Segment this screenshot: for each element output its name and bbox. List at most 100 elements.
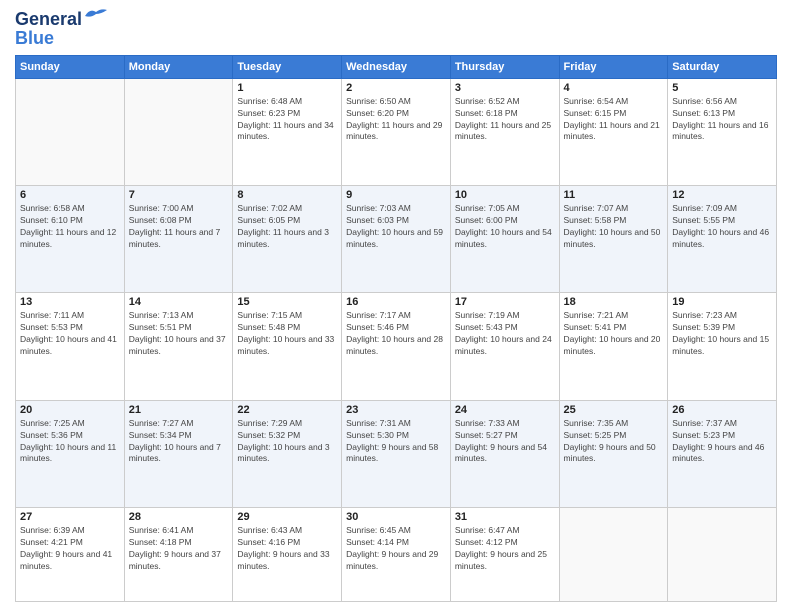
sunrise-label: Sunrise: 7:02 AM	[237, 203, 302, 213]
sunset-label: Sunset: 6:15 PM	[564, 108, 627, 118]
day-info: Sunrise: 7:02 AM Sunset: 6:05 PM Dayligh…	[237, 203, 337, 251]
daylight-label: Daylight: 10 hours and 20 minutes.	[564, 334, 661, 356]
day-info: Sunrise: 7:13 AM Sunset: 5:51 PM Dayligh…	[129, 310, 229, 358]
sunrise-label: Sunrise: 7:17 AM	[346, 310, 411, 320]
daylight-label: Daylight: 10 hours and 33 minutes.	[237, 334, 334, 356]
sunrise-label: Sunrise: 6:39 AM	[20, 525, 85, 535]
sunset-label: Sunset: 5:55 PM	[672, 215, 735, 225]
daylight-label: Daylight: 10 hours and 11 minutes.	[20, 442, 116, 464]
day-info: Sunrise: 7:00 AM Sunset: 6:08 PM Dayligh…	[129, 203, 229, 251]
sunrise-label: Sunrise: 6:50 AM	[346, 96, 411, 106]
calendar-table: Sunday Monday Tuesday Wednesday Thursday…	[15, 55, 777, 602]
day-number: 25	[564, 404, 664, 416]
sunset-label: Sunset: 6:03 PM	[346, 215, 409, 225]
sunrise-label: Sunrise: 6:41 AM	[129, 525, 194, 535]
day-info: Sunrise: 7:21 AM Sunset: 5:41 PM Dayligh…	[564, 310, 664, 358]
day-info: Sunrise: 7:11 AM Sunset: 5:53 PM Dayligh…	[20, 310, 120, 358]
calendar-cell: 21 Sunrise: 7:27 AM Sunset: 5:34 PM Dayl…	[124, 400, 233, 507]
day-info: Sunrise: 6:47 AM Sunset: 4:12 PM Dayligh…	[455, 525, 555, 573]
calendar-cell	[668, 508, 777, 602]
daylight-label: Daylight: 9 hours and 58 minutes.	[346, 442, 438, 464]
sunset-label: Sunset: 6:13 PM	[672, 108, 735, 118]
calendar-cell: 8 Sunrise: 7:02 AM Sunset: 6:05 PM Dayli…	[233, 186, 342, 293]
calendar-page: General Blue Sunday Monday Tuesday Wedne…	[0, 0, 792, 612]
daylight-label: Daylight: 11 hours and 3 minutes.	[237, 227, 329, 249]
logo-bird-icon	[85, 8, 107, 27]
sunset-label: Sunset: 4:16 PM	[237, 537, 300, 547]
day-info: Sunrise: 7:29 AM Sunset: 5:32 PM Dayligh…	[237, 418, 337, 466]
day-number: 12	[672, 189, 772, 201]
calendar-cell: 16 Sunrise: 7:17 AM Sunset: 5:46 PM Dayl…	[342, 293, 451, 400]
sunrise-label: Sunrise: 7:33 AM	[455, 418, 520, 428]
logo: General Blue	[15, 10, 107, 49]
daylight-label: Daylight: 10 hours and 28 minutes.	[346, 334, 443, 356]
daylight-label: Daylight: 9 hours and 41 minutes.	[20, 549, 112, 571]
sunrise-label: Sunrise: 7:35 AM	[564, 418, 629, 428]
calendar-cell	[16, 78, 125, 185]
sunrise-label: Sunrise: 7:23 AM	[672, 310, 737, 320]
daylight-label: Daylight: 10 hours and 3 minutes.	[237, 442, 329, 464]
day-number: 11	[564, 189, 664, 201]
day-number: 29	[237, 511, 337, 523]
sunrise-label: Sunrise: 6:54 AM	[564, 96, 629, 106]
sunrise-label: Sunrise: 7:29 AM	[237, 418, 302, 428]
day-info: Sunrise: 7:03 AM Sunset: 6:03 PM Dayligh…	[346, 203, 446, 251]
day-number: 16	[346, 296, 446, 308]
calendar-cell: 3 Sunrise: 6:52 AM Sunset: 6:18 PM Dayli…	[450, 78, 559, 185]
sunrise-label: Sunrise: 7:19 AM	[455, 310, 520, 320]
sunset-label: Sunset: 5:46 PM	[346, 322, 409, 332]
sunrise-label: Sunrise: 6:45 AM	[346, 525, 411, 535]
day-number: 4	[564, 82, 664, 94]
day-info: Sunrise: 7:19 AM Sunset: 5:43 PM Dayligh…	[455, 310, 555, 358]
sunset-label: Sunset: 5:23 PM	[672, 430, 735, 440]
calendar-cell: 28 Sunrise: 6:41 AM Sunset: 4:18 PM Dayl…	[124, 508, 233, 602]
day-number: 8	[237, 189, 337, 201]
sunrise-label: Sunrise: 7:03 AM	[346, 203, 411, 213]
logo-blue: Blue	[15, 28, 54, 49]
day-info: Sunrise: 7:23 AM Sunset: 5:39 PM Dayligh…	[672, 310, 772, 358]
header-sunday: Sunday	[16, 55, 125, 78]
daylight-label: Daylight: 10 hours and 54 minutes.	[455, 227, 552, 249]
day-number: 13	[20, 296, 120, 308]
day-number: 21	[129, 404, 229, 416]
calendar-cell: 19 Sunrise: 7:23 AM Sunset: 5:39 PM Dayl…	[668, 293, 777, 400]
sunrise-label: Sunrise: 6:58 AM	[20, 203, 85, 213]
sunset-label: Sunset: 5:58 PM	[564, 215, 627, 225]
sunset-label: Sunset: 5:41 PM	[564, 322, 627, 332]
daylight-label: Daylight: 9 hours and 29 minutes.	[346, 549, 438, 571]
header-monday: Monday	[124, 55, 233, 78]
sunrise-label: Sunrise: 7:05 AM	[455, 203, 520, 213]
calendar-cell: 5 Sunrise: 6:56 AM Sunset: 6:13 PM Dayli…	[668, 78, 777, 185]
header-tuesday: Tuesday	[233, 55, 342, 78]
sunset-label: Sunset: 6:08 PM	[129, 215, 192, 225]
sunrise-label: Sunrise: 6:56 AM	[672, 96, 737, 106]
calendar-cell: 30 Sunrise: 6:45 AM Sunset: 4:14 PM Dayl…	[342, 508, 451, 602]
day-info: Sunrise: 7:35 AM Sunset: 5:25 PM Dayligh…	[564, 418, 664, 466]
weekday-header-row: Sunday Monday Tuesday Wednesday Thursday…	[16, 55, 777, 78]
calendar-cell: 2 Sunrise: 6:50 AM Sunset: 6:20 PM Dayli…	[342, 78, 451, 185]
day-number: 1	[237, 82, 337, 94]
day-info: Sunrise: 6:45 AM Sunset: 4:14 PM Dayligh…	[346, 525, 446, 573]
sunset-label: Sunset: 5:32 PM	[237, 430, 300, 440]
header: General Blue	[15, 10, 777, 49]
calendar-cell: 6 Sunrise: 6:58 AM Sunset: 6:10 PM Dayli…	[16, 186, 125, 293]
daylight-label: Daylight: 10 hours and 24 minutes.	[455, 334, 552, 356]
daylight-label: Daylight: 10 hours and 37 minutes.	[129, 334, 226, 356]
sunrise-label: Sunrise: 7:00 AM	[129, 203, 194, 213]
sunrise-label: Sunrise: 7:31 AM	[346, 418, 411, 428]
day-info: Sunrise: 6:50 AM Sunset: 6:20 PM Dayligh…	[346, 96, 446, 144]
day-number: 10	[455, 189, 555, 201]
day-info: Sunrise: 7:09 AM Sunset: 5:55 PM Dayligh…	[672, 203, 772, 251]
sunset-label: Sunset: 6:18 PM	[455, 108, 518, 118]
daylight-label: Daylight: 10 hours and 7 minutes.	[129, 442, 221, 464]
day-info: Sunrise: 7:37 AM Sunset: 5:23 PM Dayligh…	[672, 418, 772, 466]
day-number: 24	[455, 404, 555, 416]
sunrise-label: Sunrise: 6:48 AM	[237, 96, 302, 106]
calendar-cell	[124, 78, 233, 185]
calendar-cell: 13 Sunrise: 7:11 AM Sunset: 5:53 PM Dayl…	[16, 293, 125, 400]
daylight-label: Daylight: 9 hours and 54 minutes.	[455, 442, 547, 464]
day-number: 20	[20, 404, 120, 416]
sunset-label: Sunset: 5:43 PM	[455, 322, 518, 332]
sunrise-label: Sunrise: 7:27 AM	[129, 418, 194, 428]
sunset-label: Sunset: 4:18 PM	[129, 537, 192, 547]
